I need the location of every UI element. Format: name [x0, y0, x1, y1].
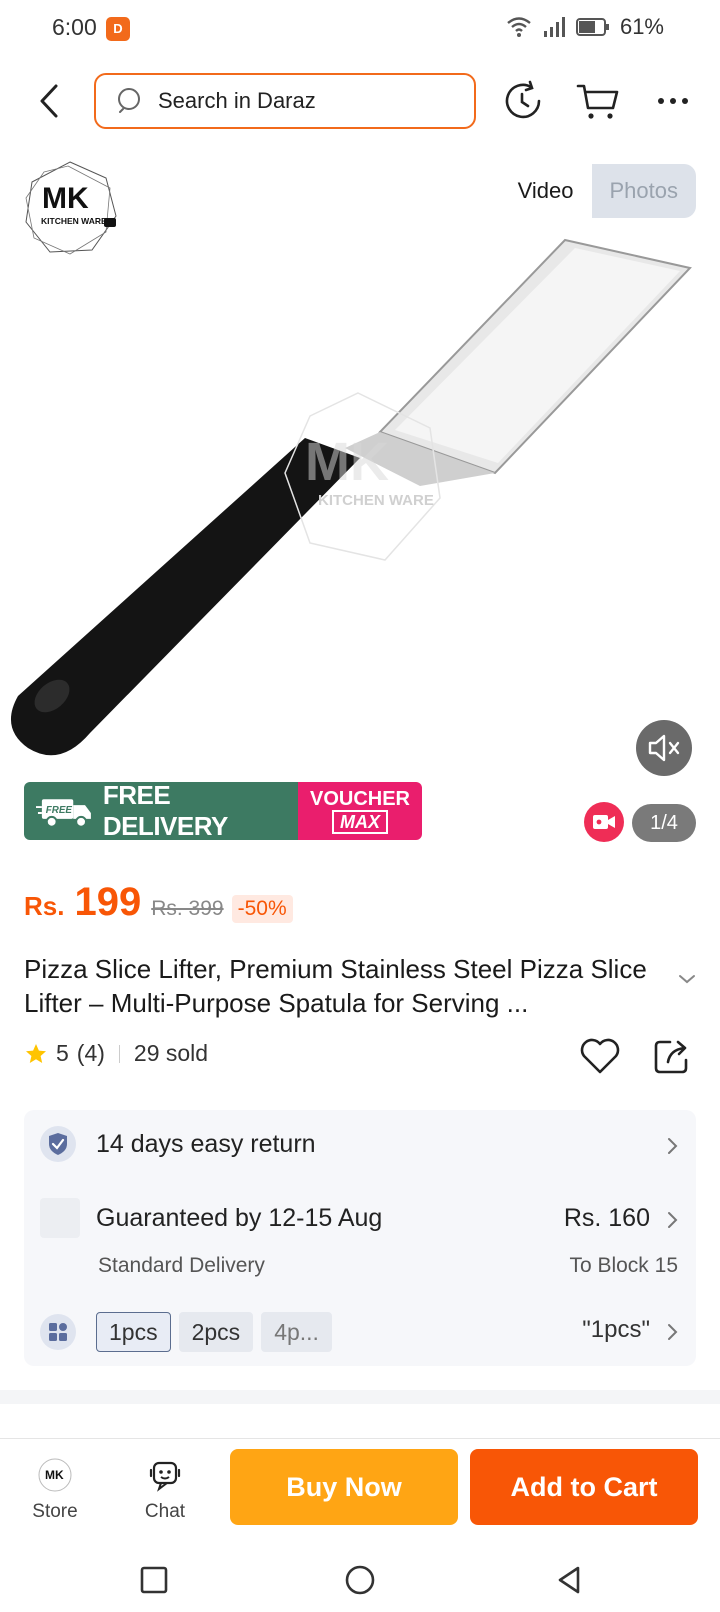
square-icon: [140, 1566, 168, 1594]
chat-button[interactable]: Chat: [120, 1457, 210, 1523]
variant-chip-1pcs[interactable]: 1pcs: [96, 1312, 171, 1352]
shield-check-icon: [40, 1126, 76, 1162]
brand-logo: MK KITCHEN WARE: [20, 158, 128, 258]
status-right: 61%: [506, 14, 664, 40]
more-button[interactable]: [650, 78, 696, 124]
delivery-icon: [40, 1198, 80, 1238]
delivery-type: Standard Delivery: [98, 1254, 265, 1277]
signal-icon: [543, 17, 565, 37]
product-title: Pizza Slice Lifter, Premium Stainless St…: [24, 954, 647, 1018]
store-logo-text: MK: [45, 1468, 64, 1482]
voucher-max-badge: VOUCHER MAX: [298, 782, 422, 840]
price-currency: Rs.: [24, 891, 65, 921]
voucher-label: VOUCHER: [309, 788, 410, 810]
media-tab-switch: Video Photos: [499, 164, 696, 218]
battery-percent: 61%: [619, 14, 664, 39]
free-delivery-badge: FREE FREE DELIVERY: [24, 782, 298, 840]
status-time: 6:00: [52, 14, 97, 40]
daraz-notification-icon: D: [106, 17, 130, 41]
expand-title-button[interactable]: [676, 972, 698, 986]
svg-text:MK: MK: [42, 182, 89, 215]
variant-chip-2pcs[interactable]: 2pcs: [178, 1312, 254, 1352]
triangle-back-icon: [558, 1566, 580, 1594]
delivery-guarantee: Guaranteed by 12-15 Aug: [96, 1204, 383, 1232]
variant-options: 1pcs 2pcs 4p...: [96, 1312, 332, 1352]
add-to-cart-button[interactable]: Add to Cart: [470, 1449, 698, 1525]
video-camera-icon: [593, 815, 615, 829]
divider: [118, 1044, 120, 1063]
chat-bot-icon: [147, 1457, 183, 1493]
svg-text:MK: MK: [305, 432, 389, 492]
delivery-info-card: 14 days easy return Guaranteed by 12-15 …: [24, 1110, 696, 1366]
promo-banner: FREE FREE DELIVERY VOUCHER MAX: [24, 782, 422, 840]
heart-icon: [580, 1038, 620, 1074]
tab-video[interactable]: Video: [499, 164, 592, 218]
discount-badge: -50%: [231, 895, 293, 923]
delivery-location: To Block 15: [569, 1254, 678, 1277]
image-counter: 1/4: [632, 804, 696, 842]
wishlist-button[interactable]: [578, 1036, 622, 1076]
price-original: Rs. 399: [151, 897, 224, 920]
share-icon: [654, 1040, 688, 1074]
store-button[interactable]: MK Store: [10, 1457, 100, 1523]
recent-apps-button[interactable]: [136, 1562, 172, 1598]
cart-icon: [576, 84, 619, 119]
home-button[interactable]: [342, 1562, 378, 1598]
svg-text:KITCHEN WARE: KITCHEN WARE: [41, 216, 107, 226]
speaker-muted-icon: [648, 734, 680, 762]
variant-grid-icon: [40, 1314, 76, 1350]
search-placeholder: Search in Daraz: [158, 88, 316, 113]
price-row: Rs. 199 Rs. 399 -50%: [24, 880, 293, 925]
svg-text:KITCHEN WARE: KITCHEN WARE: [318, 492, 434, 509]
search-icon: [118, 88, 140, 113]
tab-photos[interactable]: Photos: [591, 164, 696, 218]
more-icon: [658, 98, 688, 104]
return-policy-row[interactable]: 14 days easy return: [24, 1110, 696, 1182]
chevron-right-icon: [668, 1324, 678, 1340]
star-icon: [26, 1043, 46, 1063]
rating-row[interactable]: 5 (4) 29 sold: [24, 1040, 208, 1067]
mk-logo-icon: MK KITCHEN WARE: [25, 161, 117, 255]
mute-button[interactable]: [636, 720, 692, 776]
variant-row: 1pcs 2pcs 4p... "1pcs": [24, 1300, 696, 1366]
circle-icon: [345, 1565, 375, 1595]
bottom-action-bar: MK Store Chat Buy Now Add to Cart: [0, 1438, 720, 1550]
store-label: Store: [32, 1501, 78, 1522]
system-back-button[interactable]: [552, 1562, 588, 1598]
selected-variant[interactable]: "1pcs": [582, 1316, 650, 1344]
video-play-button[interactable]: [584, 802, 624, 842]
chevron-down-icon: [679, 975, 695, 984]
chevron-left-icon: [40, 84, 58, 118]
back-button[interactable]: [30, 78, 70, 124]
share-button[interactable]: [652, 1036, 692, 1076]
voucher-max-label: MAX: [332, 810, 388, 834]
delivery-truck-icon: FREE: [36, 799, 91, 828]
battery-icon: [575, 18, 609, 36]
review-count: (4): [76, 1040, 105, 1066]
delivery-row[interactable]: Guaranteed by 12-15 Aug Standard Deliver…: [24, 1182, 696, 1300]
rating-value: 5: [56, 1040, 69, 1066]
delivery-fee: Rs. 160: [563, 1204, 650, 1232]
store-logo-icon: MK: [37, 1457, 73, 1493]
sold-count: 29 sold: [133, 1040, 209, 1066]
free-delivery-label: FREE DELIVERY: [102, 782, 229, 840]
history-button[interactable]: [500, 78, 546, 124]
status-bar: 6:00 D 61%: [0, 0, 720, 60]
return-policy-label: 14 days easy return: [96, 1130, 316, 1158]
buy-now-button[interactable]: Buy Now: [230, 1449, 458, 1525]
free-tag: FREE: [46, 805, 73, 816]
wifi-icon: [507, 17, 531, 37]
price-current: 199: [74, 880, 142, 924]
chevron-right-icon: [668, 1212, 678, 1228]
top-nav: Search in Daraz: [0, 68, 720, 134]
section-divider: [0, 1390, 720, 1404]
chevron-right-icon: [668, 1138, 678, 1154]
chat-label: Chat: [144, 1501, 186, 1522]
history-icon: [505, 80, 541, 119]
variant-chip-4pcs[interactable]: 4p...: [261, 1312, 332, 1352]
system-nav-bar: [0, 1548, 720, 1612]
product-media[interactable]: MK KITCHEN WARE MK KITCHEN WARE Video Ph…: [0, 148, 720, 863]
search-input[interactable]: Search in Daraz: [94, 73, 476, 129]
cart-button[interactable]: [575, 78, 621, 124]
